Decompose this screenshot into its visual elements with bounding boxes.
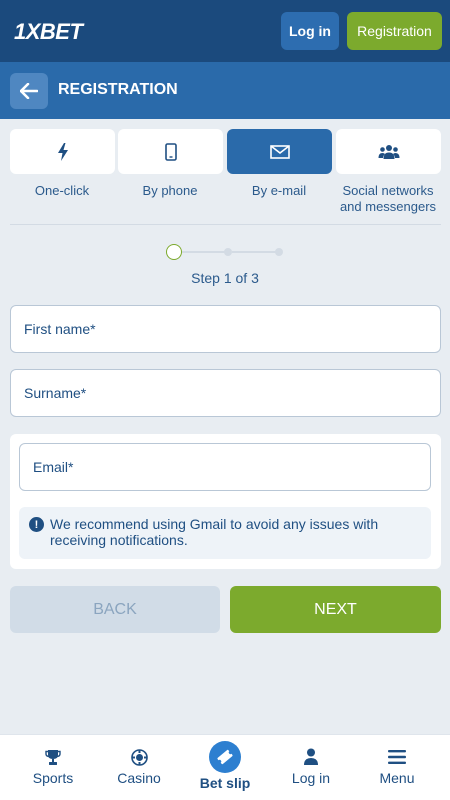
bottom-navigation: Sports Casino Bet slip Log in Menu	[0, 734, 450, 800]
user-icon	[304, 748, 318, 765]
email-placeholder: Email*	[33, 459, 74, 475]
menu-icon	[388, 750, 406, 764]
tab-label-social-networks: Social networks and messengers	[339, 183, 437, 214]
tab-one-click[interactable]	[10, 129, 115, 174]
step-indicator	[166, 244, 286, 260]
divider	[10, 224, 441, 225]
tab-social-networks[interactable]	[336, 129, 441, 174]
registration-header: REGISTRATION	[0, 62, 450, 119]
first-name-field[interactable]: First name*	[10, 305, 441, 353]
users-icon	[378, 144, 399, 159]
nav-label-sports: Sports	[32, 770, 74, 786]
envelope-icon	[269, 144, 290, 159]
arrow-left-icon	[20, 83, 38, 99]
brand-logo[interactable]: 1XBET	[14, 19, 83, 45]
email-field[interactable]: Email*	[19, 443, 431, 491]
nav-item-log-in[interactable]: Log in	[268, 735, 354, 800]
info-icon: !	[29, 517, 44, 532]
tab-label-one-click: One-click	[34, 183, 90, 198]
nav-item-sports[interactable]: Sports	[10, 735, 96, 800]
nav-label-menu: Menu	[379, 770, 415, 786]
nav-label-log-in: Log in	[291, 770, 331, 786]
top-bar: 1XBET Log in Registration	[0, 0, 450, 62]
surname-placeholder: Surname*	[24, 385, 87, 401]
step-dot	[224, 248, 232, 256]
ticket-icon	[217, 749, 233, 765]
back-arrow-button[interactable]	[10, 73, 48, 109]
lightning-icon	[57, 142, 68, 161]
step-connector	[232, 251, 278, 253]
notice-text: We recommend using Gmail to avoid any is…	[50, 516, 379, 548]
phone-icon	[164, 142, 177, 161]
step-connector	[181, 251, 228, 253]
nav-item-menu[interactable]: Menu	[354, 735, 440, 800]
tab-by-email[interactable]	[227, 129, 332, 174]
tab-by-phone[interactable]	[118, 129, 223, 174]
nav-item-casino[interactable]: Casino	[96, 735, 182, 800]
trophy-icon	[45, 749, 61, 765]
first-name-placeholder: First name*	[24, 321, 96, 337]
gmail-notice: ! We recommend using Gmail to avoid any …	[19, 507, 431, 559]
step-dot	[275, 248, 283, 256]
tab-label-by-phone: By phone	[142, 183, 198, 198]
page-title: REGISTRATION	[58, 81, 178, 98]
login-button[interactable]: Log in	[281, 12, 339, 50]
registration-method-tabs	[10, 129, 441, 174]
chip-icon	[130, 748, 148, 766]
step-counter: Step 1 of 3	[191, 270, 259, 286]
nav-label-bet-slip: Bet slip	[199, 775, 251, 791]
registration-button[interactable]: Registration	[347, 12, 442, 50]
back-button[interactable]: BACK	[10, 586, 220, 633]
logo-prefix: 1X	[14, 19, 40, 44]
tab-label-by-email: By e-mail	[251, 183, 307, 198]
nav-item-bet-slip[interactable]: Bet slip	[182, 735, 268, 800]
step-dot-current	[166, 244, 182, 260]
surname-field[interactable]: Surname*	[10, 369, 441, 417]
next-button[interactable]: NEXT	[230, 586, 441, 633]
nav-label-casino: Casino	[117, 770, 161, 786]
logo-suffix: BET	[39, 19, 83, 44]
